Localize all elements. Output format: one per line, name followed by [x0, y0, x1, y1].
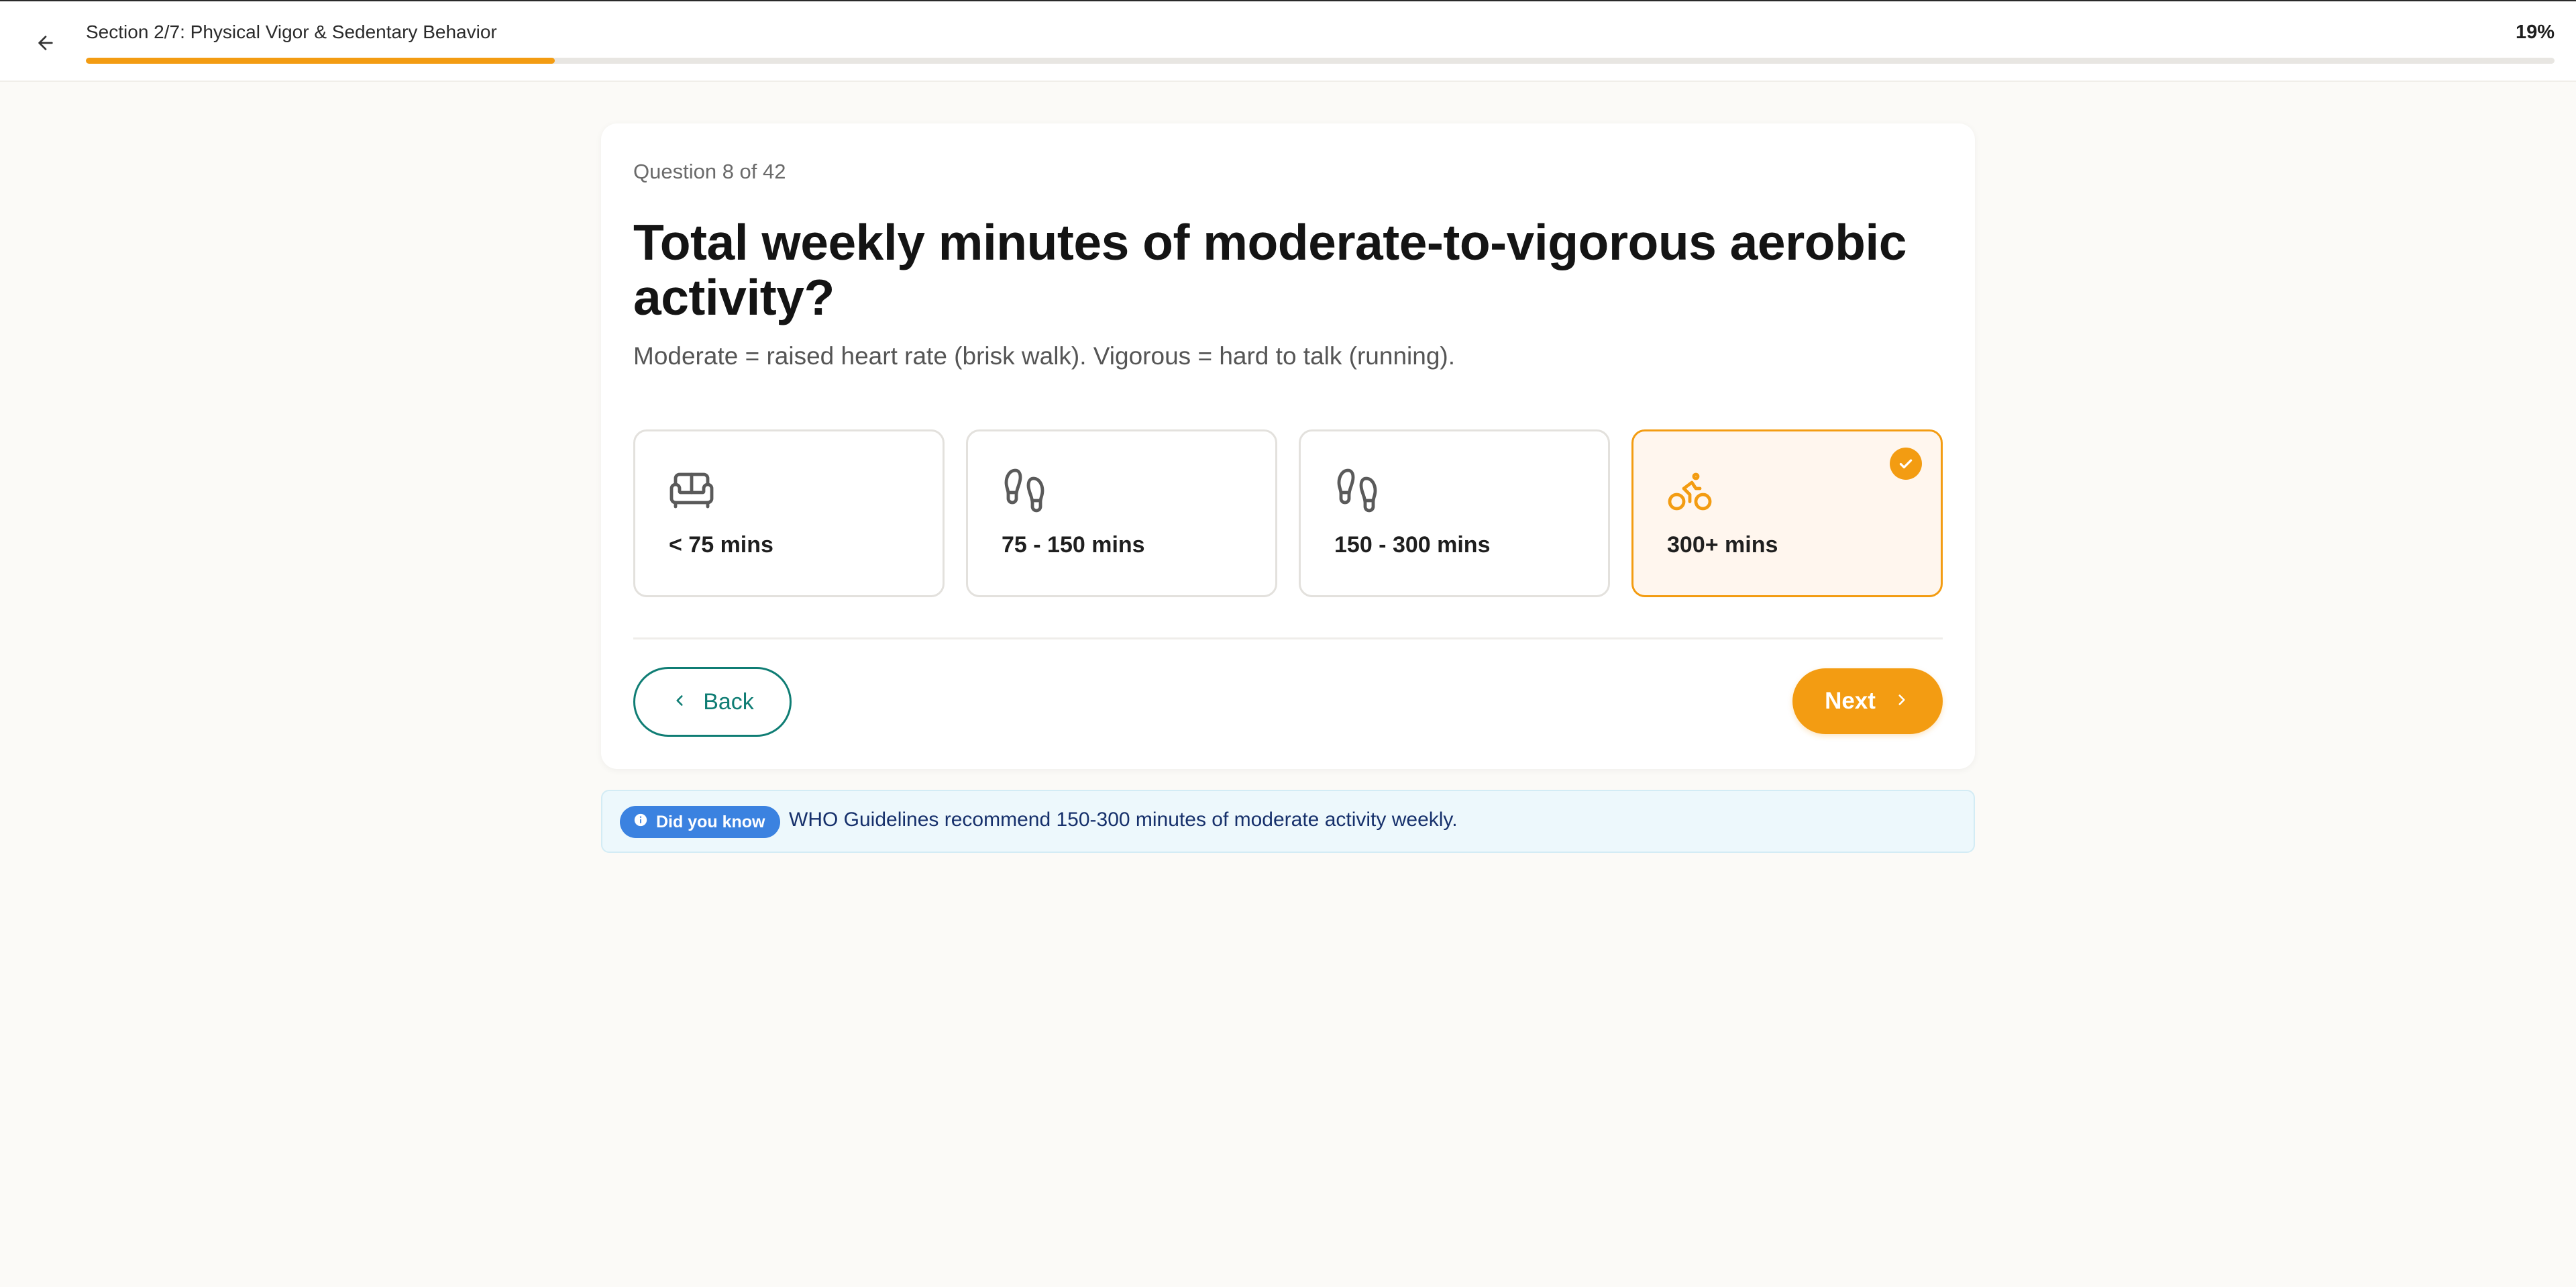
option-label: < 75 mins — [669, 532, 773, 558]
option-label: 75 - 150 mins — [1002, 532, 1145, 558]
tip-badge: Did you know — [620, 806, 780, 838]
progress-bar-fill — [86, 58, 555, 64]
did-you-know-tip: Did you know WHO Guidelines recommend 15… — [601, 790, 1975, 853]
back-button[interactable]: Back — [633, 667, 792, 737]
question-counter: Question 8 of 42 — [633, 160, 786, 183]
divider — [633, 637, 1943, 639]
back-button-label: Back — [703, 688, 754, 715]
option-less-than-75[interactable]: < 75 mins — [633, 429, 945, 597]
option-300-plus[interactable]: 300+ mins — [1631, 429, 1943, 597]
sofa-icon — [667, 466, 716, 515]
bicycle-icon — [1666, 466, 1714, 515]
next-button[interactable]: Next — [1792, 668, 1943, 734]
top-bar: Section 2/7: Physical Vigor & Sedentary … — [0, 0, 2576, 82]
footprints-icon — [1333, 466, 1381, 515]
back-arrow-icon[interactable] — [31, 28, 60, 58]
footprints-icon — [1000, 466, 1049, 515]
chevron-right-icon — [1893, 688, 1911, 715]
section-title: Section 2/7: Physical Vigor & Sedentary … — [86, 21, 497, 42]
info-icon — [633, 813, 648, 832]
check-icon — [1890, 448, 1922, 480]
chevron-left-icon — [671, 689, 688, 715]
question-card: Question 8 of 42 Total weekly minutes of… — [601, 123, 1975, 769]
question-title: Total weekly minutes of moderate-to-vigo… — [633, 214, 1907, 325]
next-button-label: Next — [1825, 688, 1876, 714]
tip-text: WHO Guidelines recommend 150-300 minutes… — [789, 809, 1458, 831]
option-label: 300+ mins — [1667, 532, 1778, 558]
option-150-300[interactable]: 150 - 300 mins — [1299, 429, 1610, 597]
answer-options: < 75 mins 75 - 150 mins 150 - 300 mins 3… — [633, 429, 1943, 597]
option-75-150[interactable]: 75 - 150 mins — [966, 429, 1277, 597]
option-label: 150 - 300 mins — [1334, 532, 1491, 558]
tip-badge-label: Did you know — [656, 812, 765, 831]
question-subtitle: Moderate = raised heart rate (brisk walk… — [633, 342, 1456, 370]
progress-bar — [86, 58, 2555, 64]
progress-percent: 19% — [2515, 21, 2555, 43]
